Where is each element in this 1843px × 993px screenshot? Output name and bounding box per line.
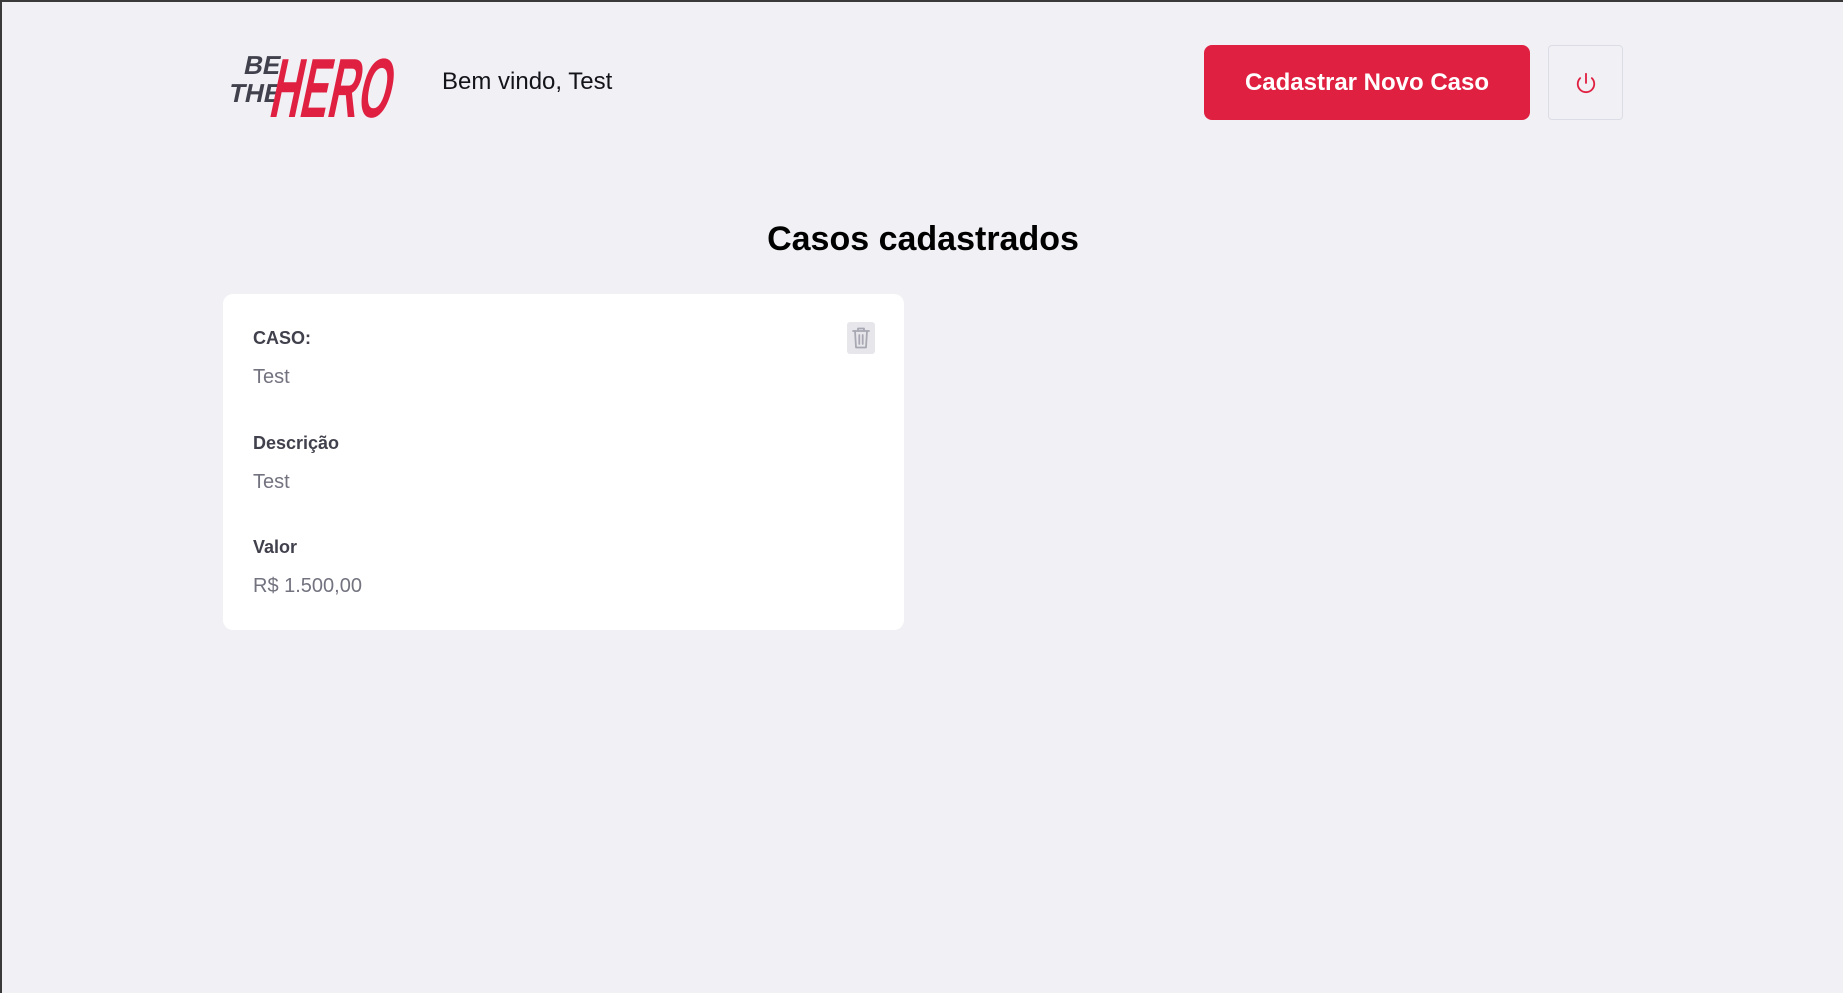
delete-case-button[interactable]	[847, 322, 875, 354]
trash-icon	[852, 327, 870, 349]
new-case-button[interactable]: Cadastrar Novo Caso	[1204, 45, 1530, 120]
case-value: Test	[253, 366, 290, 388]
be-the-hero-logo: BE THE HERO	[227, 41, 404, 124]
value-value: R$ 1.500,00	[253, 575, 362, 597]
welcome-text: Bem vindo, Test	[442, 68, 613, 95]
power-icon	[1576, 72, 1595, 93]
logo-hero-text: HERO	[264, 41, 404, 124]
case-label: CASO:	[253, 328, 311, 348]
page-title: Casos cadastrados	[767, 220, 1079, 258]
window-border-top	[0, 0, 1843, 2]
description-value: Test	[253, 471, 290, 493]
window-border-left	[0, 0, 2, 993]
case-card: CASO: Test Descrição Test Valor R$ 1.500…	[223, 294, 904, 630]
new-case-button-label: Cadastrar Novo Caso	[1244, 68, 1490, 96]
value-label: Valor	[253, 537, 298, 557]
header: BE THE HERO Bem vindo, Test Cadastrar No…	[223, 40, 1623, 124]
description-label: Descrição	[253, 433, 340, 453]
logout-button[interactable]	[1548, 45, 1623, 120]
